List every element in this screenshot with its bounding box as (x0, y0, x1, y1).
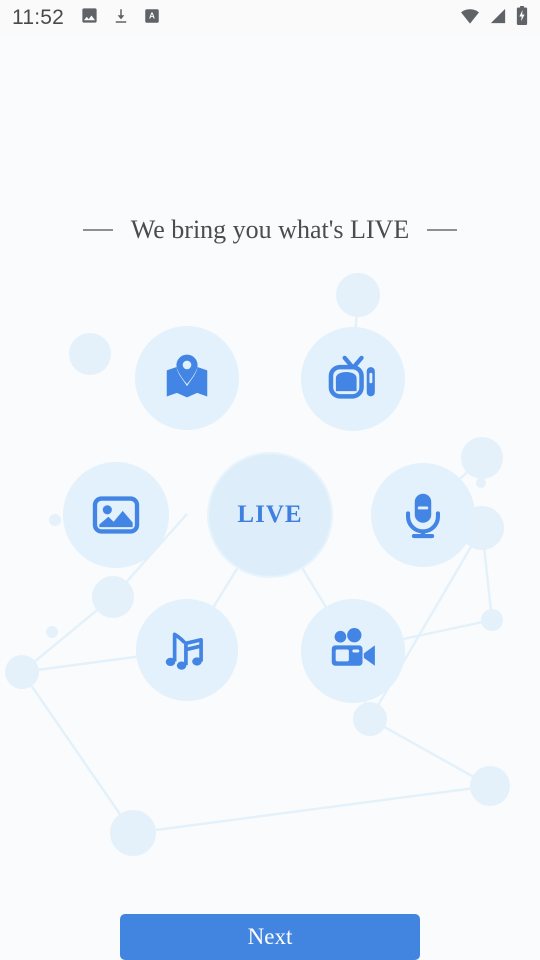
wifi-icon (460, 8, 480, 29)
television-icon (326, 352, 380, 406)
status-bar-system-icons (460, 6, 528, 30)
app-a-icon: A (143, 7, 161, 30)
feature-bubble-music[interactable] (136, 599, 238, 701)
feature-icon-cluster: LIVE (0, 36, 540, 960)
battery-charging-icon (516, 6, 528, 30)
headline-text: We bring you what's LIVE (130, 215, 410, 244)
live-badge[interactable]: LIVE (209, 454, 331, 576)
next-button[interactable]: Next (120, 914, 420, 960)
headline-dash-left (82, 229, 113, 231)
download-icon (112, 7, 130, 30)
feature-bubble-video[interactable] (301, 599, 405, 703)
live-badge-label: LIVE (237, 501, 303, 528)
headline-dash-right (427, 229, 458, 231)
video-camera-icon (327, 625, 379, 677)
feature-bubble-map[interactable] (135, 326, 239, 430)
music-notes-icon (161, 624, 213, 676)
feature-bubble-photo[interactable] (63, 462, 169, 568)
headline: We bring you what's LIVE (0, 215, 540, 245)
microphone-icon (397, 489, 449, 541)
svg-text:A: A (149, 11, 155, 20)
status-bar-time: 11:52 (12, 6, 64, 29)
photo-image-icon (90, 489, 142, 541)
feature-bubble-tv[interactable] (301, 327, 405, 431)
feature-bubble-microphone[interactable] (371, 463, 475, 567)
image-icon (80, 6, 99, 30)
map-pin-icon (160, 351, 214, 405)
cellular-signal-icon (489, 8, 507, 29)
status-bar-notification-icons: A (80, 6, 161, 30)
status-bar: 11:52 A (0, 0, 540, 36)
